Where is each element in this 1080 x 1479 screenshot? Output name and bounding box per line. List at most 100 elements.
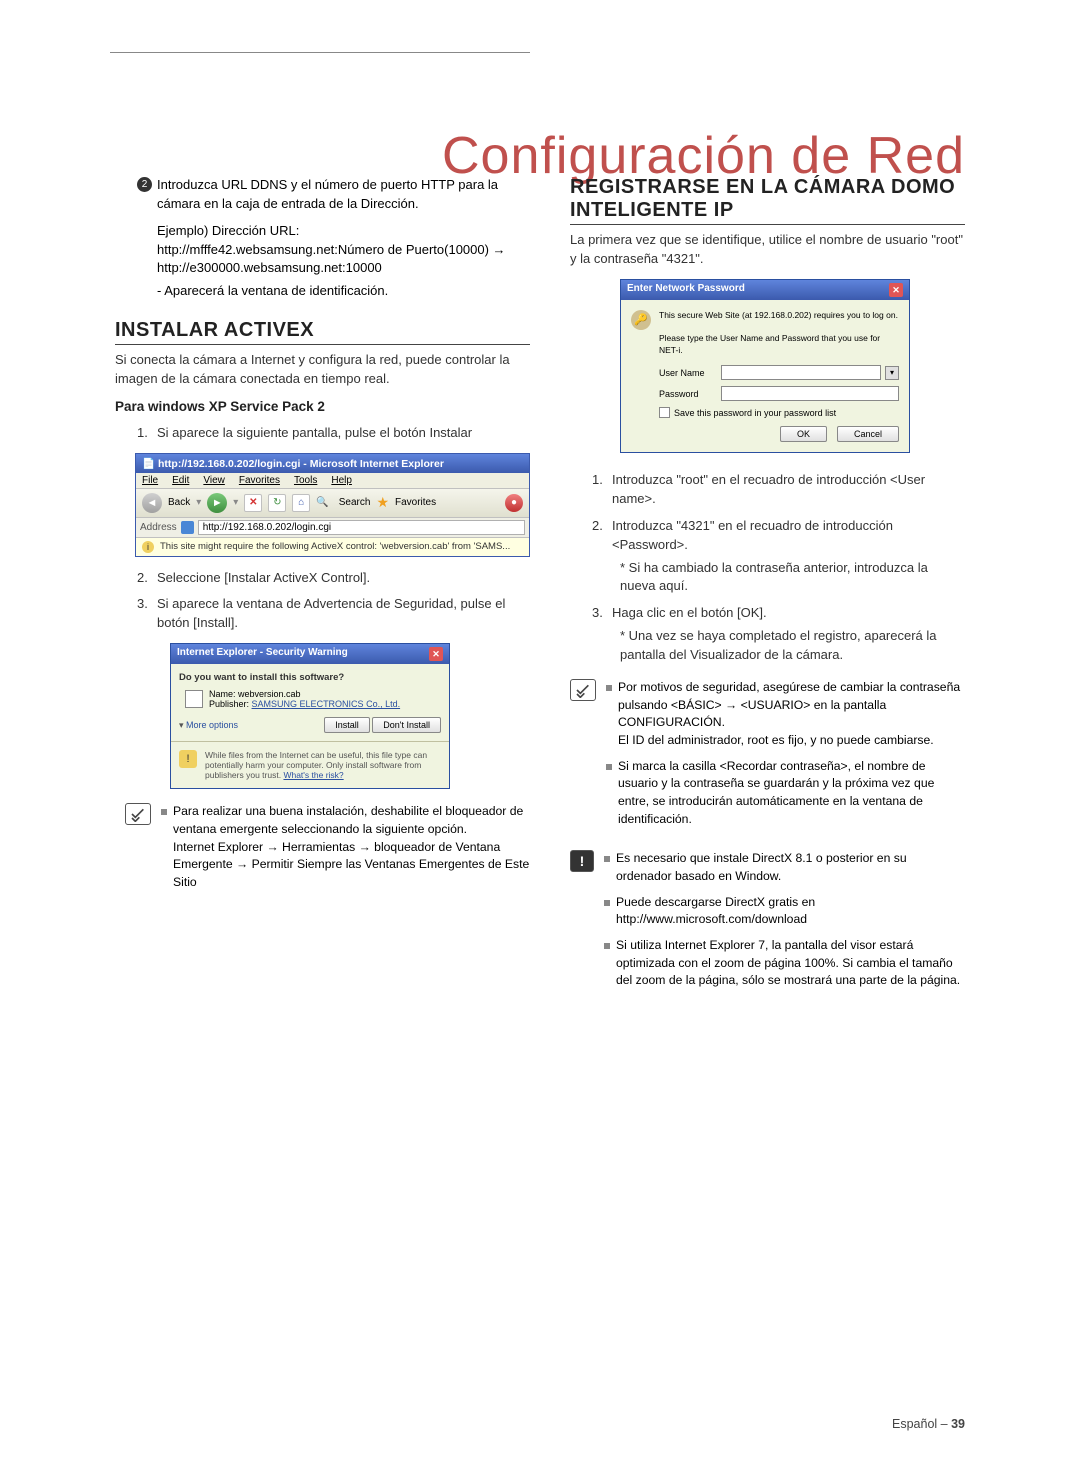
step-2: 2 Introduzca URL DDNS y el número de pue… xyxy=(115,176,530,214)
heading-activex: INSTALAR ACTIVEX xyxy=(115,319,530,345)
np-title-text: Enter Network Password xyxy=(627,283,745,297)
np-close-icon[interactable]: ✕ xyxy=(889,283,903,297)
rnote2-b2: Puede descargarse DirectX gratis en http… xyxy=(604,894,965,929)
forward-button-icon[interactable]: ► xyxy=(207,493,227,513)
security-warning-dialog: Internet Explorer - Security Warning ✕ D… xyxy=(170,643,450,789)
whats-the-risk-link[interactable]: What's the risk? xyxy=(283,770,343,780)
save-password-label: Save this password in your password list xyxy=(674,408,836,418)
sec-warn-text: While files from the Internet can be use… xyxy=(205,750,441,780)
name-label: Name: xyxy=(209,689,236,699)
np-body: 🔑 This secure Web Site (at 192.168.0.202… xyxy=(621,300,909,453)
info-bar-text: This site might require the following Ac… xyxy=(160,541,510,552)
circled-2-icon: 2 xyxy=(137,177,152,192)
close-icon[interactable]: ✕ xyxy=(429,647,443,661)
activex-intro: Si conecta la cámara a Internet y config… xyxy=(115,351,530,389)
activex-step2: 2. Seleccione [Instalar ActiveX Control]… xyxy=(115,569,530,588)
note-block-right-2: ! Es necesario que instale DirectX 8.1 o… xyxy=(570,850,965,998)
activex-step1: 1. Si aparece la siguiente pantalla, pul… xyxy=(115,424,530,443)
browser-toolbar: ◄ Back ▾ ► ▾ ✕ ↻ ⌂ 🔍 Search ★ Favorites … xyxy=(136,489,529,518)
pub-label: Publisher: xyxy=(209,699,249,709)
note-text-left: Para realizar una buena instalación, des… xyxy=(161,803,530,899)
sp2-heading: Para windows XP Service Pack 2 xyxy=(115,399,530,414)
address-input[interactable]: http://192.168.0.202/login.cgi xyxy=(198,520,525,535)
menu-favorites[interactable]: Favorites xyxy=(239,475,280,486)
rnote2-b3: Si utiliza Internet Explorer 7, la panta… xyxy=(604,937,965,990)
ok-button[interactable]: OK xyxy=(780,426,827,442)
step2-l2: Ejemplo) Dirección URL: http://mfffe42.w… xyxy=(115,222,530,279)
menu-tools[interactable]: Tools xyxy=(294,475,317,486)
name-value: webversion.cab xyxy=(238,689,301,699)
rstep2-text: Introduzca "4321" en el recuadro de intr… xyxy=(612,518,893,552)
menu-edit[interactable]: Edit xyxy=(172,475,189,486)
favorites-label: Favorites xyxy=(395,497,436,508)
publisher-link[interactable]: SAMSUNG ELECTRONICS Co., Ltd. xyxy=(252,699,401,709)
menu-help[interactable]: Help xyxy=(331,475,352,486)
page-footer: Español – 39 xyxy=(892,1417,965,1431)
footer-lang: Español – xyxy=(892,1417,951,1431)
rnote2-b1: Es necesario que instale DirectX 8.1 o p… xyxy=(604,850,965,885)
sec-actions: More options Install Don't Install xyxy=(179,717,441,733)
np-desc: This secure Web Site (at 192.168.0.202) … xyxy=(659,310,899,358)
back-button-icon[interactable]: ◄ xyxy=(142,493,162,513)
address-bar: Address http://192.168.0.202/login.cgi xyxy=(136,518,529,538)
rnum-2: 2. xyxy=(592,517,603,536)
cancel-button[interactable]: Cancel xyxy=(837,426,899,442)
password-input[interactable] xyxy=(721,386,899,401)
stop-icon[interactable]: ✕ xyxy=(244,494,262,512)
dont-install-button[interactable]: Don't Install xyxy=(372,717,441,733)
num-2: 2. xyxy=(137,569,148,588)
more-options-link[interactable]: More options xyxy=(179,720,238,731)
check-note-icon xyxy=(125,803,151,825)
step1-text: Si aparece la siguiente pantalla, pulse … xyxy=(157,425,472,440)
note-block-right-1: Por motivos de seguridad, asegúrese de c… xyxy=(570,679,965,837)
rnote1-b1: Por motivos de seguridad, asegúrese de c… xyxy=(606,679,965,750)
note-block-left: Para realizar una buena instalación, des… xyxy=(115,803,530,899)
page-icon xyxy=(181,521,194,534)
sec-question: Do you want to install this software? xyxy=(179,672,441,683)
content-columns: 2 Introduzca URL DDNS y el número de pue… xyxy=(115,176,965,998)
install-button[interactable]: Install xyxy=(324,717,370,733)
menu-file[interactable]: File xyxy=(142,475,158,486)
note-text-right-1: Por motivos de seguridad, asegúrese de c… xyxy=(606,679,965,837)
sec-name-row: Name: webversion.cab Publisher: SAMSUNG … xyxy=(179,689,441,709)
note-text-right-2: Es necesario que instale DirectX 8.1 o p… xyxy=(604,850,965,998)
menu-view[interactable]: View xyxy=(203,475,225,486)
rstep3-text: Haga clic en el botón [OK]. xyxy=(612,605,767,620)
num-3: 3. xyxy=(137,595,148,614)
rstep3-sub: * Una vez se haya completado el registro… xyxy=(570,627,965,665)
sec-title-text: Internet Explorer - Security Warning xyxy=(177,647,348,661)
sec-body: Do you want to install this software? Na… xyxy=(171,664,449,741)
browser-title-text: http://192.168.0.202/login.cgi - Microso… xyxy=(158,458,444,470)
ie-browser-window: 📄 http://192.168.0.202/login.cgi - Micro… xyxy=(135,453,530,557)
reg-step3: 3. Haga clic en el botón [OK]. xyxy=(570,604,965,623)
username-label: User Name xyxy=(659,368,717,378)
network-password-dialog: Enter Network Password ✕ 🔑 This secure W… xyxy=(620,279,910,454)
left-column: 2 Introduzca URL DDNS y el número de pue… xyxy=(115,176,530,998)
save-password-row: Save this password in your password list xyxy=(631,407,899,418)
username-row: User Name ▾ xyxy=(631,365,899,380)
search-icon[interactable]: 🔍 xyxy=(316,497,328,508)
rnote1-b2: Si marca la casilla <Recordar contraseña… xyxy=(606,758,965,829)
username-dropdown-icon[interactable]: ▾ xyxy=(885,366,899,380)
browser-titlebar: 📄 http://192.168.0.202/login.cgi - Micro… xyxy=(136,454,529,473)
save-password-checkbox[interactable] xyxy=(659,407,670,418)
num-1: 1. xyxy=(137,424,148,443)
activex-info-bar[interactable]: i This site might require the following … xyxy=(136,538,529,556)
title-divider xyxy=(110,52,530,53)
register-intro: La primera vez que se identifique, utili… xyxy=(570,231,965,269)
step3-text: Si aparece la ventana de Advertencia de … xyxy=(157,596,505,630)
step2-l3: - Aparecerá la ventana de identificación… xyxy=(115,282,530,301)
username-input[interactable] xyxy=(721,365,881,380)
media-icon[interactable]: ● xyxy=(505,494,523,512)
favorites-icon[interactable]: ★ xyxy=(376,494,389,511)
np-titlebar: Enter Network Password ✕ xyxy=(621,280,909,300)
search-label: Search xyxy=(339,497,371,508)
info-icon: i xyxy=(142,541,154,553)
sec-warning-footer: ! While files from the Internet can be u… xyxy=(171,741,449,788)
reg-step2: 2. Introduzca "4321" en el recuadro de i… xyxy=(570,517,965,555)
refresh-icon[interactable]: ↻ xyxy=(268,494,286,512)
step2-text: Seleccione [Instalar ActiveX Control]. xyxy=(157,570,370,585)
rstep2-sub: * Si ha cambiado la contraseña anterior,… xyxy=(570,559,965,597)
check-note-icon-2 xyxy=(570,679,596,701)
home-icon[interactable]: ⌂ xyxy=(292,494,310,512)
